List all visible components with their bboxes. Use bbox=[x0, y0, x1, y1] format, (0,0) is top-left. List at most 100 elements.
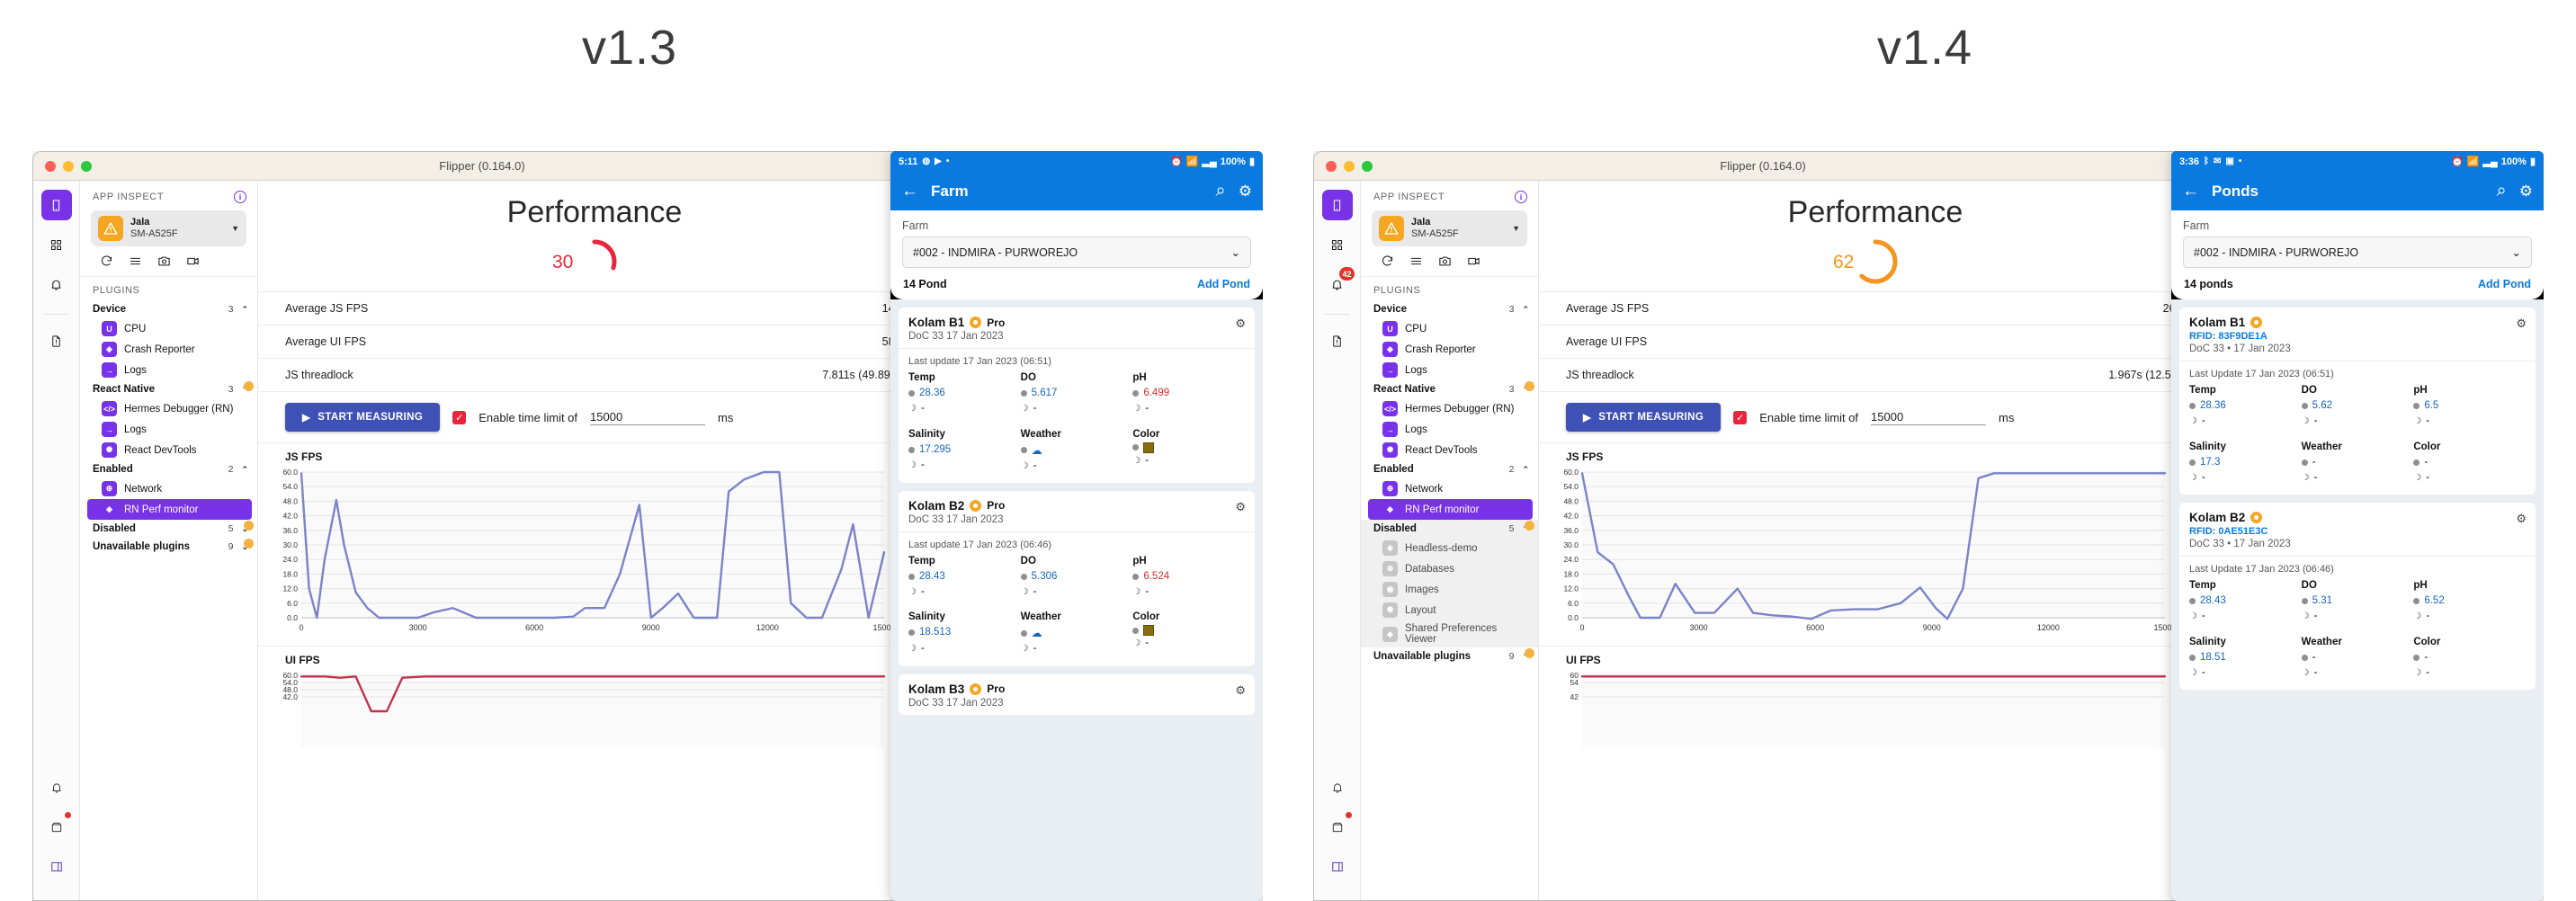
search-icon[interactable]: ⌕ bbox=[2497, 181, 2507, 201]
pond-card[interactable]: Kolam B2 RFID: 0AE51E3C DoC 33 • 17 Jan 20… bbox=[2179, 503, 2536, 690]
time-limit-input[interactable]: 15000 bbox=[590, 410, 706, 425]
window-green-button[interactable] bbox=[1362, 160, 1373, 172]
svg-text:30.0: 30.0 bbox=[282, 540, 298, 549]
pond-card[interactable]: Kolam B1 RFID: 83F9DE1A DoC 33 • 17 Jan 20… bbox=[2179, 308, 2536, 495]
plugin-group-unavailable-plugins[interactable]: Unavailable plugins9⌃ bbox=[1361, 647, 1538, 665]
add-pond-button[interactable]: Add Pond bbox=[2478, 278, 2531, 290]
refresh-icon[interactable] bbox=[1381, 254, 1394, 268]
plugin-group-disabled[interactable]: Disabled5⌃ bbox=[1361, 520, 1538, 538]
plugin-item-headless-demo[interactable]: ◈ Headless-demo bbox=[1361, 538, 1538, 558]
plugin-item-network[interactable]: ⊕ Network bbox=[80, 478, 257, 499]
window-red-button[interactable] bbox=[1326, 160, 1337, 172]
plugin-group-unavailable-plugins[interactable]: Unavailable plugins9⌄ bbox=[80, 538, 257, 556]
rail-icon-device[interactable] bbox=[1321, 190, 1353, 220]
gear-icon[interactable]: ⚙ bbox=[1239, 183, 1252, 201]
rail-icon-toggle-sidebar[interactable] bbox=[41, 852, 72, 882]
plugin-item-rn-perf-monitor[interactable]: ◈ RN Perf monitor bbox=[1368, 499, 1533, 520]
plugin-group-device[interactable]: Device 3 ⌃ bbox=[80, 300, 257, 318]
farm-select[interactable]: #002 - INDMIRA - PURWOREJO ⌄ bbox=[902, 236, 1251, 268]
menu-icon[interactable] bbox=[129, 254, 142, 268]
plugin-item-logs[interactable]: → Logs bbox=[1361, 419, 1538, 440]
plugin-item-hermes-debugger-rn-[interactable]: </> Hermes Debugger (RN) bbox=[80, 398, 257, 419]
plugin-group-disabled[interactable]: Disabled5⌄ bbox=[80, 520, 257, 538]
rail-icon-plugins[interactable] bbox=[41, 229, 72, 260]
pond-settings-icon[interactable]: ⚙ bbox=[1235, 500, 1246, 514]
add-pond-button[interactable]: Add Pond bbox=[1197, 278, 1250, 290]
plugin-item-rn-perf-monitor[interactable]: ◈ RN Perf monitor bbox=[87, 499, 252, 520]
plugin-item-react-devtools[interactable]: ✺ React DevTools bbox=[1361, 440, 1538, 460]
search-icon[interactable]: ⌕ bbox=[1216, 181, 1226, 201]
plugin-item-cpu[interactable]: U CPU bbox=[1361, 318, 1538, 339]
window-green-button[interactable] bbox=[81, 160, 92, 172]
pond-card[interactable]: Kolam B2 Pro DoC 33 17 Jan 2023 ⚙ Last updat… bbox=[899, 490, 1255, 666]
plugin-item-logs[interactable]: → Logs bbox=[80, 419, 257, 440]
rail-icon-alerts[interactable] bbox=[41, 772, 72, 803]
window-yellow-button[interactable] bbox=[1344, 160, 1355, 172]
chevron-up-icon[interactable]: ⌃ bbox=[241, 305, 248, 315]
plugin-item-images[interactable]: ◉ Images bbox=[1361, 579, 1538, 600]
rail-icon-notifications[interactable] bbox=[41, 269, 72, 299]
rail-icon-logs[interactable] bbox=[41, 326, 72, 356]
farm-select[interactable]: #002 - INDMIRA - PURWOREJO ⌄ bbox=[2183, 236, 2532, 268]
rail-icon-plugins[interactable] bbox=[1322, 229, 1353, 260]
plugin-icon: ◈ bbox=[1382, 626, 1398, 642]
plugin-item-crash-reporter[interactable]: ◈ Crash Reporter bbox=[1361, 339, 1538, 360]
rail-icon-notifications[interactable]: 42 bbox=[1322, 267, 1355, 299]
plugin-item-react-devtools[interactable]: ✺ React DevTools bbox=[80, 440, 257, 460]
device-selector[interactable]: Jala SM-A525F ▼ bbox=[1372, 210, 1527, 246]
time-limit-checkbox[interactable]: ✓ bbox=[1733, 410, 1748, 424]
refresh-icon[interactable] bbox=[100, 254, 113, 268]
chevron-down-icon[interactable]: ▼ bbox=[1512, 224, 1520, 233]
menu-icon[interactable] bbox=[1409, 254, 1423, 268]
info-icon[interactable]: i bbox=[234, 191, 246, 203]
rail-notification-badge: 42 bbox=[1339, 267, 1355, 281]
plugin-group-react-native[interactable]: React Native3⌃ bbox=[1361, 380, 1538, 398]
plugin-item-shared-preferences-viewer[interactable]: ◈ Shared Preferences Viewer bbox=[1361, 620, 1538, 647]
plugin-group-device[interactable]: Device 3 ⌃ bbox=[1361, 300, 1538, 318]
rail-icon-toggle-sidebar[interactable] bbox=[1322, 852, 1353, 882]
pond-card[interactable]: Kolam B1 Pro DoC 33 17 Jan 2023 ⚙ Last updat… bbox=[899, 308, 1255, 483]
back-arrow-icon[interactable]: ← bbox=[2182, 182, 2199, 201]
pond-settings-icon[interactable]: ⚙ bbox=[2516, 317, 2527, 331]
pond-settings-icon[interactable]: ⚙ bbox=[1235, 683, 1246, 698]
plugin-item-logs[interactable]: → Logs bbox=[80, 360, 257, 380]
chevron-up-icon[interactable]: ⌃ bbox=[241, 465, 248, 475]
time-limit-checkbox[interactable]: ✓ bbox=[452, 410, 467, 424]
gear-icon[interactable]: ⚙ bbox=[2519, 183, 2533, 201]
pond-settings-icon[interactable]: ⚙ bbox=[2516, 512, 2527, 526]
plugin-item-cpu[interactable]: U CPU bbox=[80, 318, 257, 339]
rail-icon-alerts[interactable] bbox=[1322, 772, 1353, 803]
plugin-group-react-native[interactable]: React Native3⌃ bbox=[80, 380, 257, 398]
plugin-item-hermes-debugger-rn-[interactable]: </> Hermes Debugger (RN) bbox=[1361, 398, 1538, 419]
device-selector[interactable]: Jala SM-A525F ▼ bbox=[91, 210, 246, 246]
rail-icon-add-plugin[interactable] bbox=[1322, 812, 1353, 843]
rail-icon-device[interactable] bbox=[40, 190, 72, 220]
plugin-item-layout[interactable]: ✺ Layout bbox=[1361, 600, 1538, 620]
start-measuring-button[interactable]: ▶ START MEASURING bbox=[1566, 403, 1722, 432]
rail-icon-logs[interactable] bbox=[1322, 326, 1353, 356]
window-red-button[interactable] bbox=[45, 160, 56, 172]
plugin-item-databases[interactable]: ⊕ Databases bbox=[1361, 558, 1538, 579]
info-icon[interactable]: i bbox=[1515, 191, 1527, 203]
chevron-down-icon[interactable]: ▼ bbox=[231, 224, 239, 233]
back-arrow-icon[interactable]: ← bbox=[901, 182, 918, 201]
time-limit-input[interactable]: 15000 bbox=[1871, 410, 1987, 425]
chart-body: 0.0 6.0 12.0 18.0 24.0 30.0 36.0 42.0 48.0 54.0 60… bbox=[258, 465, 931, 646]
start-measuring-button[interactable]: ▶ START MEASURING bbox=[285, 403, 441, 432]
pond-settings-icon[interactable]: ⚙ bbox=[1235, 317, 1246, 331]
window-yellow-button[interactable] bbox=[63, 160, 74, 172]
plugin-group-enabled[interactable]: Enabled 2 ⌃ bbox=[1361, 460, 1538, 478]
camera-icon[interactable] bbox=[1438, 254, 1452, 268]
plugin-item-network[interactable]: ⊕ Network bbox=[1361, 478, 1538, 499]
plugin-group-enabled[interactable]: Enabled 2 ⌃ bbox=[80, 460, 257, 478]
camera-icon[interactable] bbox=[157, 254, 171, 268]
video-icon[interactable] bbox=[186, 254, 200, 268]
metric-day-row: 18.51 bbox=[2189, 650, 2302, 665]
chevron-up-icon[interactable]: ⌃ bbox=[1522, 305, 1529, 315]
rail-icon-add-plugin[interactable] bbox=[41, 812, 72, 843]
chevron-up-icon[interactable]: ⌃ bbox=[1522, 465, 1529, 475]
plugin-item-crash-reporter[interactable]: ◈ Crash Reporter bbox=[80, 339, 257, 360]
video-icon[interactable] bbox=[1467, 254, 1480, 268]
pond-card[interactable]: Kolam B3 Pro DoC 33 17 Jan 2023 ⚙ bbox=[899, 674, 1255, 715]
plugin-item-logs[interactable]: → Logs bbox=[1361, 360, 1538, 380]
